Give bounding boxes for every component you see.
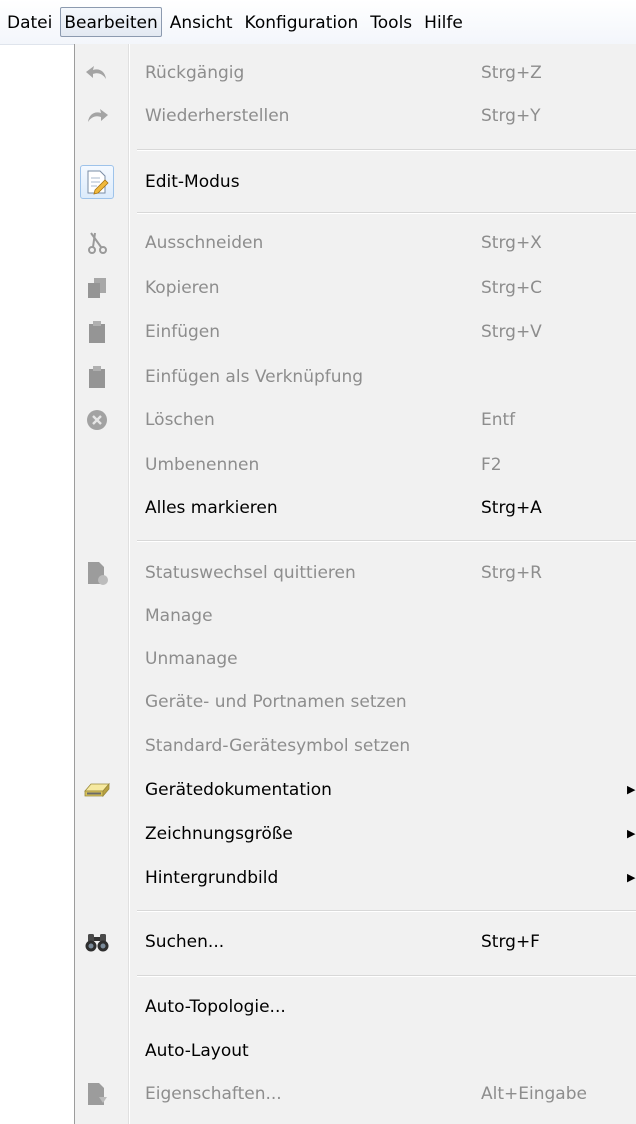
menu-separator: [137, 910, 636, 911]
edit-mode-icon: [79, 165, 115, 199]
bearbeiten-dropdown-menu: Rückgängig Strg+Z Wiederherstellen Strg+…: [74, 44, 636, 1124]
properties-icon: [83, 1081, 111, 1107]
menu-item-set-names[interactable]: Geräte- und Portnamen setzen: [75, 683, 636, 721]
submenu-arrow-icon: ▶: [627, 783, 636, 796]
menu-separator: [137, 149, 636, 150]
menu-item-label: Umbenennen: [145, 455, 260, 475]
menu-item-label: Einfügen als Verknüpfung: [145, 367, 364, 387]
paste-icon: [83, 319, 111, 345]
menu-datei[interactable]: Datei: [3, 7, 56, 37]
menu-item-search[interactable]: Suchen... Strg+F: [75, 923, 636, 961]
menu-konfiguration[interactable]: Konfiguration: [241, 7, 363, 37]
menu-item-label: Manage: [145, 606, 213, 626]
menu-item-manage[interactable]: Manage: [75, 597, 636, 635]
binoculars-icon: [83, 929, 111, 955]
menu-item-set-default-symbol[interactable]: Standard-Gerätesymbol setzen: [75, 727, 636, 765]
menu-hilfe[interactable]: Hilfe: [420, 7, 467, 37]
menu-item-auto-topology[interactable]: Auto-Topologie...: [75, 988, 636, 1026]
menu-item-label: Hintergrundbild: [145, 868, 279, 888]
submenu-arrow-icon: ▶: [627, 871, 636, 884]
menu-item-drawing-size[interactable]: Zeichnungsgröße ▶: [75, 815, 636, 853]
menu-separator: [137, 212, 636, 213]
menu-item-label: Löschen: [145, 410, 215, 430]
menu-item-device-documentation[interactable]: Gerätedokumentation ▶: [75, 771, 636, 809]
menu-item-label: Eigenschaften...: [145, 1084, 282, 1104]
menu-tools[interactable]: Tools: [366, 7, 416, 37]
menu-item-label: Geräte- und Portnamen setzen: [145, 692, 407, 712]
menu-item-select-all[interactable]: Alles markieren Strg+A: [75, 489, 636, 527]
paste-link-icon: [83, 364, 111, 390]
submenu-arrow-icon: ▶: [627, 827, 636, 840]
menu-item-paste-link[interactable]: Einfügen als Verknüpfung: [75, 358, 636, 396]
menu-item-shortcut: Strg+F: [481, 932, 540, 952]
menu-item-cut[interactable]: Ausschneiden Strg+X: [75, 224, 636, 262]
menu-item-label: Suchen...: [145, 932, 225, 952]
menu-ansicht[interactable]: Ansicht: [166, 7, 237, 37]
menu-item-label: Standard-Gerätesymbol setzen: [145, 736, 411, 756]
menu-item-background-image[interactable]: Hintergrundbild ▶: [75, 859, 636, 897]
menu-item-shortcut: Strg+Y: [481, 106, 541, 126]
undo-icon: [83, 60, 111, 86]
menu-item-unmanage[interactable]: Unmanage: [75, 640, 636, 678]
scissors-icon: [83, 230, 111, 256]
menu-item-acknowledge-status[interactable]: Statuswechsel quittieren Strg+R: [75, 554, 636, 592]
delete-icon: [83, 407, 111, 433]
menu-bar: Datei Bearbeiten Ansicht Konfiguration T…: [0, 0, 636, 45]
menu-item-shortcut: Strg+A: [481, 498, 542, 518]
menu-item-shortcut: F2: [481, 455, 502, 475]
redo-icon: [83, 103, 111, 129]
menu-item-label: Zeichnungsgröße: [145, 824, 293, 844]
menu-item-label: Rückgängig: [145, 63, 245, 83]
menu-item-copy[interactable]: Kopieren Strg+C: [75, 269, 636, 307]
menu-item-auto-layout[interactable]: Auto-Layout: [75, 1032, 636, 1070]
menu-item-paste[interactable]: Einfügen Strg+V: [75, 313, 636, 351]
menu-separator: [137, 975, 636, 976]
menu-item-label: Edit-Modus: [145, 172, 240, 192]
menu-item-shortcut: Strg+X: [481, 233, 542, 253]
menu-item-label: Auto-Layout: [145, 1041, 249, 1061]
copy-icon: [83, 275, 111, 301]
menu-bearbeiten[interactable]: Bearbeiten: [60, 7, 162, 37]
menu-item-properties[interactable]: Eigenschaften... Alt+Eingabe: [75, 1075, 636, 1113]
menu-item-label: Ausschneiden: [145, 233, 264, 253]
menu-item-shortcut: Strg+C: [481, 278, 543, 298]
menu-item-label: Statuswechsel quittieren: [145, 563, 356, 583]
menu-item-label: Unmanage: [145, 649, 238, 669]
menu-item-label: Wiederherstellen: [145, 106, 290, 126]
menu-item-edit-mode[interactable]: Edit-Modus: [75, 163, 636, 201]
menu-item-label: Gerätedokumentation: [145, 780, 332, 800]
menu-item-shortcut: Alt+Eingabe: [481, 1084, 587, 1104]
acknowledge-icon: [83, 560, 111, 586]
menu-item-shortcut: Entf: [481, 410, 516, 430]
menu-item-label: Kopieren: [145, 278, 220, 298]
menu-item-shortcut: Strg+V: [481, 322, 542, 342]
menu-separator: [137, 540, 636, 541]
menu-item-label: Auto-Topologie...: [145, 997, 286, 1017]
menu-item-label: Einfügen: [145, 322, 221, 342]
menu-item-undo[interactable]: Rückgängig Strg+Z: [75, 54, 636, 92]
menu-item-shortcut: Strg+Z: [481, 63, 542, 83]
menu-item-delete[interactable]: Löschen Entf: [75, 401, 636, 439]
device-documentation-icon: [83, 777, 111, 803]
menu-item-shortcut: Strg+R: [481, 563, 542, 583]
menu-item-rename[interactable]: Umbenennen F2: [75, 446, 636, 484]
menu-item-label: Alles markieren: [145, 498, 278, 518]
menu-item-redo[interactable]: Wiederherstellen Strg+Y: [75, 97, 636, 135]
